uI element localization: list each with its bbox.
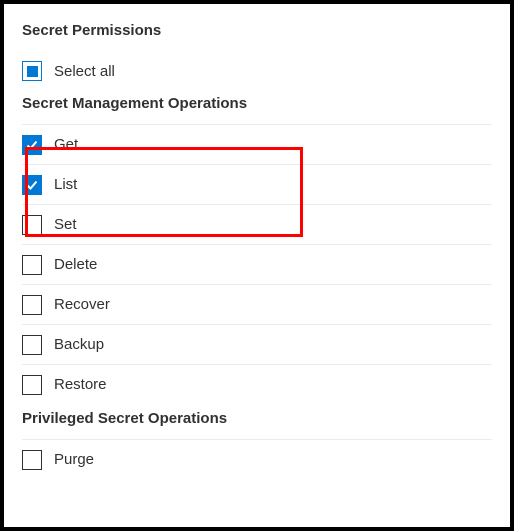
- checkbox-label: List: [54, 176, 77, 193]
- select-all-label: Select all: [54, 63, 115, 80]
- panel-title: Secret Permissions: [22, 22, 492, 39]
- checkbox-label: Purge: [54, 451, 94, 468]
- checkbox-label: Get: [54, 136, 78, 153]
- indeterminate-icon: [27, 66, 38, 77]
- checkbox-label: Delete: [54, 256, 97, 273]
- select-all-checkbox[interactable]: [22, 61, 42, 81]
- section-title-privileged: Privileged Secret Operations: [22, 410, 492, 427]
- checkbox-purge[interactable]: [22, 450, 42, 470]
- checkbox-label: Restore: [54, 376, 107, 393]
- section-title-management: Secret Management Operations: [22, 95, 492, 112]
- checkbox-get[interactable]: [22, 135, 42, 155]
- checkbox-list[interactable]: [22, 175, 42, 195]
- checkbox-label: Recover: [54, 296, 110, 313]
- checkbox-label: Backup: [54, 336, 104, 353]
- checkbox-backup[interactable]: [22, 335, 42, 355]
- checkbox-set[interactable]: [22, 215, 42, 235]
- checkbox-delete[interactable]: [22, 255, 42, 275]
- checkbox-label: Set: [54, 216, 77, 233]
- checkmark-icon: [25, 138, 39, 152]
- checkbox-recover[interactable]: [22, 295, 42, 315]
- checkbox-restore[interactable]: [22, 375, 42, 395]
- checkmark-icon: [25, 178, 39, 192]
